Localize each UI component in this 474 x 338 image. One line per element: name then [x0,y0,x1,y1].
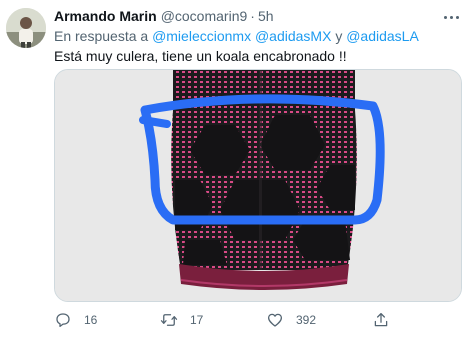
reply-context: En respuesta a @mieleccionmx @adidasMX y… [54,27,464,46]
share-button[interactable] [372,310,390,330]
retweet-count: 17 [190,313,204,327]
tweet[interactable]: Armando Marin @cocomarin9 · 5h En respue… [0,0,474,338]
like-button[interactable]: 392 [266,310,316,330]
reply-count: 16 [84,313,98,327]
mention-mieleccionmx[interactable]: @mieleccionmx [152,28,251,44]
tweet-actions: 16 17 392 [54,310,464,330]
heart-icon [267,313,283,327]
mention-adidasmx[interactable]: @adidasMX [255,28,331,44]
author-name[interactable]: Armando Marin [54,7,157,26]
tweet-text: Está muy culera, tiene un koala encabron… [54,48,347,64]
reply-prefix: En respuesta a [54,28,153,44]
author-handle[interactable]: @cocomarin9 [161,7,248,26]
reply-button[interactable]: 16 [54,310,97,330]
like-count: 392 [296,313,317,327]
header-separator: · [250,8,255,24]
retweet-button[interactable]: 17 [160,310,203,330]
retweet-icon [160,314,178,326]
tweet-timestamp[interactable]: 5h [258,7,274,26]
avatar-image [6,8,46,48]
share-icon [374,312,388,327]
mention-adidasla[interactable]: @adidasLA [346,28,419,44]
tweet-media[interactable] [54,69,462,302]
avatar[interactable] [6,8,46,48]
reply-icon [56,313,70,328]
reply-conjunction: y [331,28,347,44]
tweet-header: Armando Marin @cocomarin9 · 5h [54,7,464,26]
tweet-content: Armando Marin @cocomarin9 · 5h En respue… [54,7,464,328]
jersey-photo [55,70,461,301]
